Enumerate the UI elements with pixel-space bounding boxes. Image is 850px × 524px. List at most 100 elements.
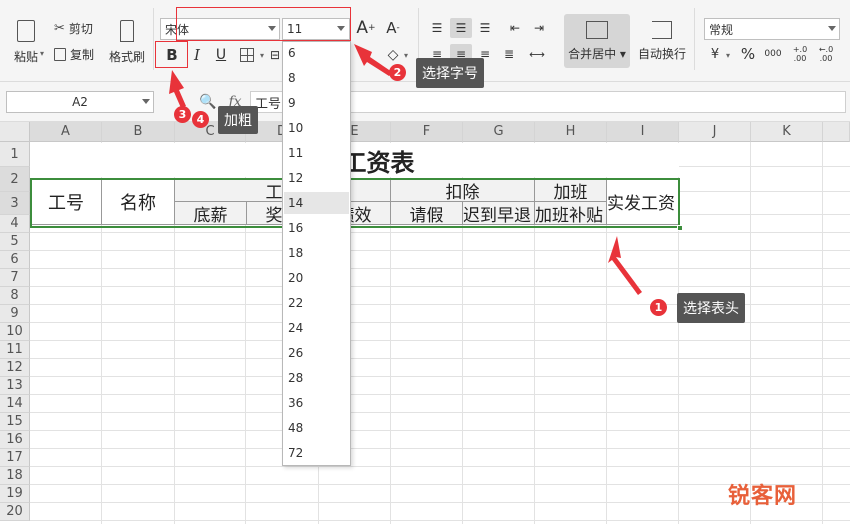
row-header-17[interactable]: 17: [0, 449, 30, 467]
zoom-icon[interactable]: 🔍: [198, 92, 218, 112]
paste-button[interactable]: 粘贴: [6, 14, 46, 70]
bold-highlight: [155, 41, 188, 68]
wrap-text-button[interactable]: 自动换行: [636, 14, 688, 68]
row-header-1[interactable]: 1: [0, 142, 30, 167]
decrease-decimal-button[interactable]: ←.0 .00: [816, 44, 836, 64]
percent-button[interactable]: %: [738, 44, 758, 64]
select-all-corner[interactable]: [0, 122, 30, 142]
font-size-option-16[interactable]: 16: [284, 217, 349, 239]
chevron-down-icon[interactable]: ▾: [258, 50, 266, 60]
font-size-option-24[interactable]: 24: [284, 317, 349, 339]
row-gridline: [30, 376, 850, 377]
format-painter-button[interactable]: 格式刷: [106, 14, 148, 70]
name-box-value: A2: [72, 95, 88, 109]
font-size-option-8[interactable]: 8: [284, 67, 349, 89]
column-header-i[interactable]: I: [607, 122, 679, 142]
callout-select-header: 选择表头: [677, 293, 745, 323]
justify-icon[interactable]: ≣: [498, 44, 520, 64]
callout-select-size: 选择字号: [416, 58, 484, 88]
outdent-icon[interactable]: ⇤: [504, 18, 526, 38]
column-header-a[interactable]: A: [30, 122, 102, 142]
column-header-b[interactable]: B: [102, 122, 175, 142]
column-gridline: [750, 142, 751, 524]
name-box[interactable]: A2: [6, 91, 154, 113]
column-header-k[interactable]: K: [751, 122, 823, 142]
increase-decimal-button[interactable]: +.0 .00: [790, 44, 810, 64]
row-header-10[interactable]: 10: [0, 323, 30, 341]
indent-icon[interactable]: ⇥: [528, 18, 550, 38]
merge-center-button[interactable]: 合并居中 ▾: [564, 14, 630, 68]
copy-button[interactable]: 复制: [54, 44, 94, 64]
font-size-option-36[interactable]: 36: [284, 392, 349, 414]
underline-button[interactable]: U: [210, 44, 232, 66]
row-gridline: [30, 268, 850, 269]
format-painter-label: 格式刷: [108, 49, 145, 64]
row-header-3[interactable]: 3: [0, 192, 30, 215]
row-header-13[interactable]: 13: [0, 377, 30, 395]
row-gridline: [30, 448, 850, 449]
increase-font-icon[interactable]: A +: [355, 17, 377, 39]
clear-format-icon[interactable]: ◇: [382, 44, 404, 66]
column-header-filler: [823, 122, 850, 142]
row-gridline: [30, 394, 850, 395]
column-header-j[interactable]: J: [679, 122, 751, 142]
paste-dropdown-icon[interactable]: ▾: [38, 48, 46, 58]
thousands-button[interactable]: 000: [762, 44, 784, 64]
watermark-logo: 锐客网: [728, 484, 798, 509]
row-header-19[interactable]: 19: [0, 485, 30, 503]
row-header-7[interactable]: 7: [0, 269, 30, 287]
distributed-icon[interactable]: ⟷: [524, 44, 550, 64]
selection-handle[interactable]: [677, 225, 683, 231]
column-header-h[interactable]: H: [535, 122, 607, 142]
font-size-option-6[interactable]: 6: [284, 42, 349, 64]
currency-icon[interactable]: ¥: [706, 44, 724, 64]
fill-color-button[interactable]: ⊟: [268, 46, 282, 64]
font-size-option-9[interactable]: 9: [284, 92, 349, 114]
align-bottom-icon[interactable]: ☰: [474, 18, 496, 38]
font-size-option-26[interactable]: 26: [284, 342, 349, 364]
row-header-15[interactable]: 15: [0, 413, 30, 431]
row-header-16[interactable]: 16: [0, 431, 30, 449]
font-size-dropdown: 6 8 9 10 11 12 14 16 18 20 22 24 26 28 36 48 72: [282, 41, 351, 466]
row-header-6[interactable]: 6: [0, 251, 30, 269]
formula-content: 工号: [255, 96, 282, 112]
cut-button[interactable]: ✂ 剪切: [54, 18, 93, 38]
wrap-icon: [652, 20, 672, 39]
font-size-option-22[interactable]: 22: [284, 292, 349, 314]
chevron-down-icon[interactable]: ▾: [402, 50, 410, 60]
font-size-option-18[interactable]: 18: [284, 242, 349, 264]
row-header-5[interactable]: 5: [0, 233, 30, 251]
row-header-18[interactable]: 18: [0, 467, 30, 485]
font-size-option-10[interactable]: 10: [284, 117, 349, 139]
chevron-down-icon[interactable]: ▾: [724, 50, 732, 60]
row-gridline: [30, 250, 850, 251]
font-size-option-12[interactable]: 12: [284, 167, 349, 189]
border-button[interactable]: [238, 46, 256, 64]
column-header-g[interactable]: G: [463, 122, 535, 142]
font-size-option-14[interactable]: 14: [284, 192, 349, 214]
row-header-4[interactable]: 4: [0, 215, 30, 233]
font-size-option-20[interactable]: 20: [284, 267, 349, 289]
row-header-9[interactable]: 9: [0, 305, 30, 323]
font-size-option-48[interactable]: 48: [284, 417, 349, 439]
row-gridline: [30, 412, 850, 413]
decrease-font-icon[interactable]: A-: [382, 17, 404, 39]
row-header-11[interactable]: 11: [0, 341, 30, 359]
align-middle-icon[interactable]: ☰: [450, 18, 472, 38]
row-header-2[interactable]: 2: [0, 167, 30, 192]
align-top-icon[interactable]: ☰: [426, 18, 448, 38]
row-gridline: [30, 286, 850, 287]
font-size-option-11[interactable]: 11: [284, 142, 349, 164]
row-header-12[interactable]: 12: [0, 359, 30, 377]
font-size-option-72[interactable]: 72: [284, 442, 349, 464]
row-header-20[interactable]: 20: [0, 503, 30, 521]
row-header-8[interactable]: 8: [0, 287, 30, 305]
badge-2: 2: [389, 64, 406, 81]
sheet-title[interactable]: 技术工资表: [30, 143, 679, 177]
row-header-14[interactable]: 14: [0, 395, 30, 413]
italic-button[interactable]: I: [186, 44, 208, 66]
column-header-f[interactable]: F: [391, 122, 463, 142]
formula-bar: A2 🔍 fx 工号: [0, 82, 850, 122]
number-format-select[interactable]: 常规: [704, 18, 840, 40]
font-size-option-28[interactable]: 28: [284, 367, 349, 389]
